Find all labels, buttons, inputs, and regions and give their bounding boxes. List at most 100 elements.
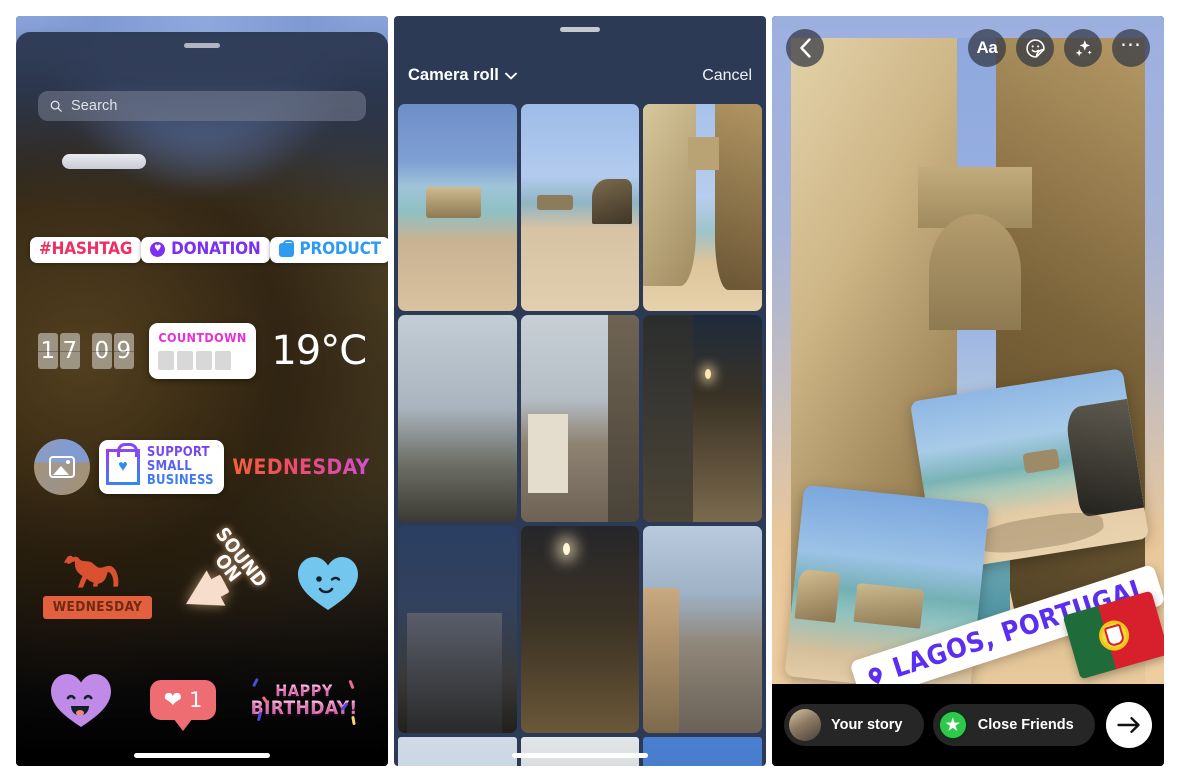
camera-roll-item[interactable] xyxy=(398,737,517,766)
close-friends-button[interactable]: ★ Close Friends xyxy=(932,704,1095,746)
winking-heart-icon xyxy=(298,557,359,610)
support-small-business-label: SUPPORT SMALL BUSINESS xyxy=(147,446,214,488)
time-sticker[interactable]: 1 7 0 9 xyxy=(37,333,134,369)
purple-heart-sticker[interactable] xyxy=(48,670,114,730)
camera-roll-item[interactable] xyxy=(643,526,762,733)
countdown-blocks xyxy=(158,351,246,370)
more-options-icon: ⋯ xyxy=(1120,33,1142,56)
sticker-rows: #HASHTAG ♥ DONATION PRODUCT 1 7 0 9 COUN… xyxy=(16,207,388,766)
time-digit: 7 xyxy=(59,333,80,369)
bag-heart-icon: ♥ xyxy=(105,443,140,485)
time-separator xyxy=(83,333,89,369)
sticker-row-chips: #HASHTAG ♥ DONATION PRODUCT xyxy=(16,207,388,293)
time-digit: 9 xyxy=(113,333,134,369)
text-tool-button[interactable]: Aa xyxy=(968,29,1006,67)
heart-circle-icon: ♥ xyxy=(150,242,166,257)
sticker-row-business: ♥ SUPPORT SMALL BUSINESS WEDNESDAY xyxy=(16,409,388,525)
camel-sticker-label: WEDNESDAY xyxy=(42,596,153,619)
donation-sticker-label: DONATION xyxy=(171,239,261,259)
camel-wednesday-sticker[interactable]: WEDNESDAY xyxy=(42,547,153,619)
search-icon xyxy=(50,100,62,112)
close-friends-label: Close Friends xyxy=(977,717,1074,733)
sticker-sheet: Search #HASHTAG ♥ DONATION PRODUCT 1 7 0… xyxy=(16,32,388,766)
hashtag-sticker[interactable]: #HASHTAG xyxy=(30,237,142,263)
camera-roll-header: Camera roll Cancel xyxy=(394,16,766,104)
donation-sticker[interactable]: ♥ DONATION xyxy=(141,237,270,263)
story-canvas[interactable]: LAGOS, PORTUGAL xyxy=(772,16,1164,716)
camel-icon xyxy=(63,555,118,588)
search-placeholder: Search xyxy=(71,98,118,114)
camera-roll-item[interactable] xyxy=(520,526,640,733)
sticker-row-time: 1 7 0 9 COUNTDOWN 19°C xyxy=(16,293,388,409)
sticker-row-animated: WEDNESDAY SOUND ON xyxy=(16,524,388,641)
like-count-value: 1 xyxy=(189,688,203,712)
laughing-heart-icon xyxy=(50,674,111,727)
chevron-down-icon xyxy=(504,72,517,79)
back-button[interactable] xyxy=(786,29,824,67)
time-digit: 1 xyxy=(37,333,58,369)
confetti-piece xyxy=(252,677,260,688)
album-selector-label: Camera roll xyxy=(408,66,499,84)
countdown-sticker[interactable]: COUNTDOWN xyxy=(149,323,256,379)
camera-roll-grid xyxy=(394,104,766,766)
camera-roll-item[interactable] xyxy=(398,526,517,733)
product-sticker-label: PRODUCT xyxy=(299,239,382,259)
search-input[interactable]: Search xyxy=(38,91,366,121)
camera-roll-item[interactable] xyxy=(643,104,762,311)
hashtag-sticker-label: #HASHTAG xyxy=(39,239,133,259)
camera-roll-item[interactable] xyxy=(520,315,640,522)
speaker-icon xyxy=(176,570,226,622)
sound-on-sticker[interactable]: SOUND ON xyxy=(176,524,271,622)
home-indicator xyxy=(512,753,648,758)
like-count-sticker[interactable]: ❤ 1 xyxy=(149,680,217,720)
photo-sticker[interactable] xyxy=(34,439,91,495)
effects-tool-button[interactable] xyxy=(1064,29,1102,67)
camera-roll-item[interactable] xyxy=(643,315,762,522)
editor-tools: Aa ⋯ xyxy=(968,29,1150,67)
editor-toolbar: Aa ⋯ xyxy=(772,25,1164,71)
sheet-drag-handle[interactable] xyxy=(184,43,220,48)
cancel-button[interactable]: Cancel xyxy=(702,67,752,85)
sticker-tool-button[interactable] xyxy=(1016,29,1054,67)
camera-roll-item[interactable] xyxy=(398,315,517,522)
camera-roll-item[interactable] xyxy=(520,737,640,766)
shopping-bag-icon xyxy=(278,239,294,257)
screenshot-stage: Search #HASHTAG ♥ DONATION PRODUCT 1 7 0… xyxy=(0,0,1180,782)
ssb-line-1: SUPPORT xyxy=(146,444,210,460)
sticker-smiley-icon xyxy=(1025,38,1045,58)
product-sticker[interactable]: PRODUCT xyxy=(269,237,388,263)
your-story-button[interactable]: Your story xyxy=(784,704,924,746)
countdown-block xyxy=(215,351,232,370)
countdown-sticker-title: COUNTDOWN xyxy=(158,330,247,345)
temperature-sticker[interactable]: 19°C xyxy=(271,328,367,374)
camera-roll-item[interactable] xyxy=(398,104,517,311)
camera-roll-panel: Camera roll Cancel xyxy=(394,16,766,766)
arrow-right-icon xyxy=(1117,717,1140,733)
weekday-text-sticker[interactable]: WEDNESDAY xyxy=(232,455,369,479)
sticker-row-hearts: ❤ 1 HAPPY BIRTHDAY! xyxy=(16,641,388,759)
ssb-line-3: BUSINESS xyxy=(146,473,214,489)
home-indicator xyxy=(134,753,270,758)
send-button[interactable] xyxy=(1106,702,1152,748)
camera-roll-item[interactable] xyxy=(643,737,762,766)
recent-sticker-placeholder[interactable] xyxy=(62,154,146,169)
sparkles-icon xyxy=(1075,39,1092,56)
more-options-button[interactable]: ⋯ xyxy=(1112,29,1150,67)
blue-heart-sticker[interactable] xyxy=(295,553,361,613)
ssb-line-2: SMALL xyxy=(146,458,192,474)
happy-birthday-sticker[interactable]: HAPPY BIRTHDAY! xyxy=(251,674,357,726)
camera-roll-item[interactable] xyxy=(520,104,640,311)
avatar-icon xyxy=(789,709,821,741)
story-share-bar: Your story ★ Close Friends xyxy=(772,684,1164,766)
your-story-label: Your story xyxy=(831,717,903,733)
story-editor-panel: LAGOS, PORTUGAL Aa ⋯ Your story ★ Close … xyxy=(772,16,1164,766)
countdown-block xyxy=(177,351,194,370)
countdown-block xyxy=(196,351,213,370)
confetti-piece xyxy=(348,679,355,690)
time-digit: 0 xyxy=(91,333,112,369)
sheet-drag-handle[interactable] xyxy=(560,27,600,32)
photo-icon xyxy=(49,456,76,478)
sticker-tray-panel: Search #HASHTAG ♥ DONATION PRODUCT 1 7 0… xyxy=(16,16,388,766)
support-small-business-sticker[interactable]: ♥ SUPPORT SMALL BUSINESS xyxy=(98,439,224,495)
album-selector[interactable]: Camera roll xyxy=(408,66,517,85)
